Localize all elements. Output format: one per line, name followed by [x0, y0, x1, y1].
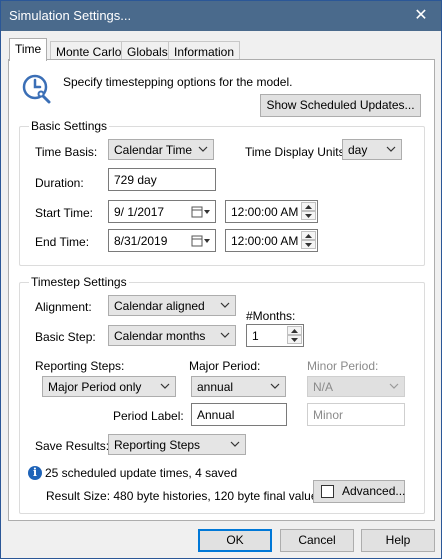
- start-time-value: 12:00:00 AM: [231, 205, 299, 219]
- basic-step-value: Calendar months: [114, 329, 206, 343]
- scheduled-info-text: 25 scheduled update times, 4 saved: [45, 466, 238, 480]
- save-results-select[interactable]: Reporting Steps: [108, 434, 246, 455]
- period-label-value: Annual: [197, 408, 235, 422]
- time-basis-select[interactable]: Calendar Time: [108, 139, 214, 160]
- end-time-spinner[interactable]: 12:00:00 AM: [225, 229, 318, 252]
- chevron-down-icon: [389, 383, 399, 389]
- dialog-window: Simulation Settings... ✕ Time Monte Carl…: [0, 0, 442, 559]
- end-date-picker[interactable]: 8/31/2019: [108, 229, 216, 252]
- minor-period-value: N/A: [313, 380, 334, 394]
- time-basis-label: Time Basis:: [35, 145, 98, 159]
- time-basis-value: Calendar Time: [114, 143, 193, 157]
- start-time-spin-buttons[interactable]: [301, 202, 316, 221]
- advanced-label: Advanced...: [342, 484, 406, 498]
- basic-settings-title: Basic Settings: [29, 119, 110, 133]
- time-display-units-select[interactable]: day: [342, 139, 402, 160]
- start-date-picker[interactable]: 9/ 1/2017: [108, 200, 216, 223]
- reporting-steps-value: Major Period only: [48, 380, 142, 394]
- save-results-value: Reporting Steps: [114, 438, 201, 452]
- spin-down-icon[interactable]: [287, 335, 302, 344]
- major-period-label: Major Period:: [189, 359, 261, 373]
- save-results-label: Save Results:: [35, 439, 110, 453]
- chevron-down-icon: [230, 441, 240, 447]
- show-scheduled-updates-button[interactable]: Show Scheduled Updates...: [260, 94, 421, 117]
- tab-globals[interactable]: Globals: [121, 41, 174, 61]
- duration-field[interactable]: 729 day: [108, 168, 216, 191]
- ok-button[interactable]: OK: [198, 529, 272, 552]
- spin-up-icon[interactable]: [301, 231, 316, 240]
- show-scheduled-updates-label: Show Scheduled Updates...: [266, 98, 415, 112]
- duration-label: Duration:: [35, 176, 84, 190]
- end-time-spin-buttons[interactable]: [301, 231, 316, 250]
- advanced-button[interactable]: Advanced...: [313, 480, 405, 503]
- chevron-down-icon: [270, 383, 280, 389]
- spin-down-icon[interactable]: [301, 211, 316, 220]
- months-label: #Months:: [246, 309, 296, 323]
- months-value: 1: [252, 329, 259, 343]
- calendar-dropdown-icon[interactable]: [191, 205, 211, 219]
- basic-step-select[interactable]: Calendar months: [108, 325, 236, 346]
- time-tab-panel: Specify timestepping options for the mod…: [8, 59, 435, 521]
- time-display-units-value: day: [348, 143, 368, 157]
- period-label-field[interactable]: Annual: [191, 403, 287, 426]
- months-spinner[interactable]: 1: [246, 324, 304, 347]
- help-button[interactable]: Help: [361, 529, 435, 552]
- tab-time-label: Time: [15, 42, 42, 56]
- chevron-down-icon: [220, 332, 230, 338]
- end-time-value: 12:00:00 AM: [231, 234, 299, 248]
- minor-label-value: Minor: [313, 408, 344, 422]
- minor-period-select: N/A: [307, 376, 405, 397]
- end-time-label: End Time:: [35, 235, 90, 249]
- header-description: Specify timestepping options for the mod…: [63, 75, 293, 89]
- ok-label: OK: [226, 533, 244, 547]
- alignment-value: Calendar aligned: [114, 299, 205, 313]
- alignment-select[interactable]: Calendar aligned: [108, 295, 236, 316]
- calendar-dropdown-icon[interactable]: [191, 234, 211, 248]
- tab-globals-label: Globals: [127, 45, 168, 59]
- spin-up-icon[interactable]: [287, 326, 302, 335]
- info-icon: i: [28, 466, 42, 480]
- start-time-spinner[interactable]: 12:00:00 AM: [225, 200, 318, 223]
- spin-down-icon[interactable]: [301, 240, 316, 249]
- start-date-value: 9/ 1/2017: [114, 205, 165, 219]
- clock-wrench-icon: [22, 74, 51, 104]
- spin-up-icon[interactable]: [301, 202, 316, 211]
- title-bar: Simulation Settings... ✕: [1, 1, 441, 31]
- minor-label-field: Minor: [307, 403, 405, 426]
- close-icon[interactable]: ✕: [401, 1, 441, 31]
- tab-information-label: Information: [174, 45, 235, 59]
- reporting-steps-label: Reporting Steps:: [35, 359, 125, 373]
- duration-value: 729 day: [114, 173, 157, 187]
- reporting-steps-select[interactable]: Major Period only: [42, 376, 176, 397]
- chevron-down-icon: [198, 146, 208, 152]
- start-time-label: Start Time:: [35, 206, 94, 220]
- chevron-down-icon: [160, 383, 170, 389]
- cancel-label: Cancel: [298, 533, 336, 547]
- minor-period-label: Minor Period:: [307, 359, 379, 373]
- basic-step-label: Basic Step:: [35, 330, 96, 344]
- help-label: Help: [385, 533, 411, 547]
- time-display-units-label: Time Display Units:: [245, 145, 348, 159]
- result-size-text: Result Size: 480 byte histories, 120 byt…: [46, 489, 324, 503]
- period-label-label: Period Label:: [113, 409, 184, 423]
- timestep-settings-title: Timestep Settings: [29, 275, 129, 289]
- end-date-value: 8/31/2019: [114, 234, 168, 248]
- tab-time[interactable]: Time: [9, 38, 48, 61]
- tab-monte-carlo[interactable]: Monte Carlo: [50, 41, 128, 61]
- tab-information[interactable]: Information: [168, 41, 241, 61]
- major-period-select[interactable]: annual: [191, 376, 286, 397]
- months-spin-buttons[interactable]: [287, 326, 302, 345]
- advanced-checkbox[interactable]: [321, 485, 334, 498]
- alignment-label: Alignment:: [35, 300, 92, 314]
- chevron-down-icon: [220, 302, 230, 308]
- chevron-down-icon: [386, 146, 396, 152]
- tab-monte-carlo-label: Monte Carlo: [56, 45, 122, 59]
- major-period-value: annual: [197, 380, 234, 394]
- cancel-button[interactable]: Cancel: [280, 529, 354, 552]
- window-title: Simulation Settings...: [9, 8, 132, 23]
